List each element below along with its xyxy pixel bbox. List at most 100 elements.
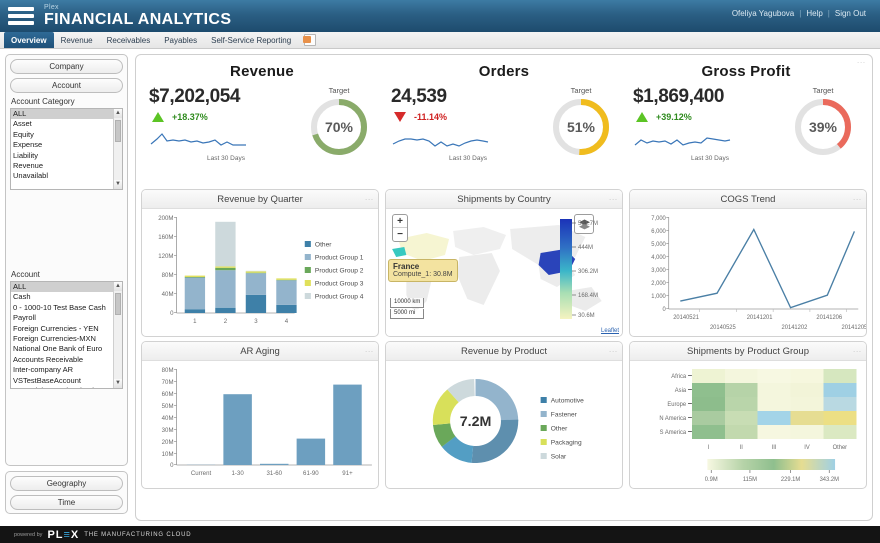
list-item[interactable]: Payroll (11, 313, 122, 323)
zoom-out-button[interactable]: − (393, 228, 407, 241)
svg-text:3,000: 3,000 (651, 268, 666, 274)
list-item[interactable]: 0 - 1000-10 Test Base Cash (11, 303, 122, 313)
svg-text:2,000: 2,000 (651, 281, 666, 287)
list-item[interactable]: Asset (11, 119, 122, 129)
scroll-up-icon[interactable]: ▲ (114, 109, 122, 118)
sparkline (391, 128, 545, 154)
svg-text:20140521: 20140521 (673, 315, 699, 321)
chart-ar-aging: 80M 70M 60M 50M 40M 30M 20M 10M 0 (142, 361, 378, 489)
sign-out-link[interactable]: Sign Out (835, 9, 866, 18)
list-item[interactable]: Liability (11, 151, 122, 161)
svg-text:Product Group 1: Product Group 1 (315, 255, 364, 262)
svg-text:20141202: 20141202 (782, 325, 808, 331)
panel-menu-icon[interactable]: ... (853, 347, 862, 354)
panel-revenue-by-product: Revenue by Product ... (385, 341, 623, 489)
svg-text:168.4M: 168.4M (578, 293, 598, 299)
list-item[interactable]: Accounts Receivable (11, 355, 122, 365)
tab-revenue[interactable]: Revenue (54, 32, 100, 48)
list-item[interactable]: Equity (11, 130, 122, 140)
panel-menu-icon[interactable]: ... (365, 347, 374, 354)
svg-text:0: 0 (170, 311, 174, 317)
app-footer: powered by PL≡X THE MANUFACTURING CLOUD (0, 526, 880, 543)
list-item[interactable]: Foreign Currencies - YEN (11, 324, 122, 334)
panel-shipments-by-country: Shipments by Country ... (385, 189, 623, 337)
scale-mi: 5000 mi (390, 309, 424, 319)
tab-receivables[interactable]: Receivables (100, 32, 158, 48)
tooltip-metric: Compute_1: 30.8M (393, 271, 453, 278)
svg-text:1: 1 (193, 319, 197, 325)
leaflet-credit-link[interactable]: Leaflet (601, 328, 619, 334)
geography-filter-button[interactable]: Geography (10, 476, 123, 491)
page-title: FINANCIAL ANALYTICS (44, 12, 231, 28)
list-item[interactable]: Inter-company AR (11, 365, 122, 375)
tab-overview[interactable]: Overview (4, 32, 54, 48)
kpi-value: 24,539 (391, 86, 545, 108)
map-zoom-controls[interactable]: + − (392, 214, 408, 242)
kpi-delta: +18.37% (172, 112, 208, 122)
scrollbar[interactable]: ▲ ▼ (113, 109, 122, 189)
tab-self-service-reporting[interactable]: Self-Service Reporting (204, 32, 298, 48)
hamburger-menu-icon[interactable] (8, 5, 34, 27)
panel-title: Shipments by Country (457, 194, 550, 205)
svg-text:50M: 50M (162, 404, 174, 410)
brand-sup-label: Plex (44, 4, 231, 11)
list-item[interactable]: Cash (11, 292, 122, 302)
svg-text:4: 4 (285, 319, 289, 325)
panel-menu-icon[interactable]: ... (853, 195, 862, 202)
divider: | (828, 9, 830, 18)
scrollbar-thumb[interactable] (115, 293, 121, 315)
list-item[interactable]: National One Bank of Euro (11, 344, 122, 354)
svg-text:444M: 444M (578, 245, 593, 251)
panel-menu-icon[interactable]: ... (609, 195, 618, 202)
panel-menu-icon[interactable]: ... (857, 58, 866, 65)
powered-by-label: powered by (14, 532, 42, 538)
company-filter-button[interactable]: Company (10, 59, 123, 74)
svg-text:343.2M: 343.2M (820, 477, 839, 483)
plex-logo: PL≡X (47, 529, 79, 541)
new-report-icon[interactable] (304, 34, 316, 46)
list-item[interactable]: Expense (11, 140, 122, 150)
list-item[interactable]: Unavailabl (11, 171, 122, 181)
account-category-listbox[interactable]: ALL Asset Equity Expense Liability Reven… (10, 108, 123, 190)
list-item[interactable]: ALL (11, 109, 122, 119)
panel-menu-icon[interactable]: ... (609, 347, 618, 354)
chart-shipments-heatmap: Africa Asia Europe N America S America (630, 361, 866, 489)
scrollbar-thumb[interactable] (115, 120, 121, 142)
kpi-card-orders: Orders 24,539 -11.14% (383, 59, 625, 185)
panel-title: Shipments by Product Group (687, 346, 809, 357)
list-item[interactable]: Foreign Currencies-MXN (11, 334, 122, 344)
tab-payables[interactable]: Payables (157, 32, 204, 48)
list-item[interactable]: ALL (11, 282, 122, 292)
kpi-card-revenue: Revenue $7,202,054 +18.37% (141, 59, 383, 185)
list-item[interactable]: Earned, but not invoiced (11, 386, 122, 389)
scroll-up-icon[interactable]: ▲ (114, 282, 122, 291)
main-content: ... Revenue $7,202,054 +18.37% (135, 54, 873, 521)
panel-revenue-by-quarter: Revenue by Quarter ... 200M 160M 120M (141, 189, 379, 337)
time-filter-button[interactable]: Time (10, 495, 123, 510)
scrollbar[interactable]: ▲ ▼ (113, 282, 122, 388)
zoom-in-button[interactable]: + (393, 215, 407, 228)
target-label: Target (813, 86, 834, 95)
account-category-label: Account Category (11, 97, 123, 106)
account-filter-button[interactable]: Account (10, 78, 123, 93)
divider: | (799, 9, 801, 18)
target-label: Target (329, 86, 350, 95)
account-listbox[interactable]: ALL Cash 0 - 1000-10 Test Base Cash Payr… (10, 281, 123, 389)
target-label: Target (571, 86, 592, 95)
scroll-down-icon[interactable]: ▼ (114, 379, 122, 388)
help-link[interactable]: Help (806, 9, 822, 18)
target-gauge: 70% (308, 96, 370, 158)
sparkline-label: Last 30 Days (633, 155, 787, 162)
svg-text:II: II (740, 445, 744, 451)
kpi-value: $1,869,400 (633, 86, 787, 108)
list-item[interactable]: Revenue (11, 161, 122, 171)
map-container[interactable]: + − France Compute_1: 30.8M (386, 209, 622, 336)
svg-text:40M: 40M (162, 416, 174, 422)
panel-row-bottom: AR Aging ... 80M 70M 60M 50M (141, 341, 867, 489)
svg-text:0.9M: 0.9M (705, 477, 718, 483)
list-item[interactable]: VSTestBaseAccount (11, 376, 122, 386)
panel-menu-icon[interactable]: ... (365, 195, 374, 202)
panel-title: Revenue by Product (461, 346, 547, 357)
svg-text:S America: S America (660, 430, 687, 436)
scroll-down-icon[interactable]: ▼ (114, 180, 122, 189)
